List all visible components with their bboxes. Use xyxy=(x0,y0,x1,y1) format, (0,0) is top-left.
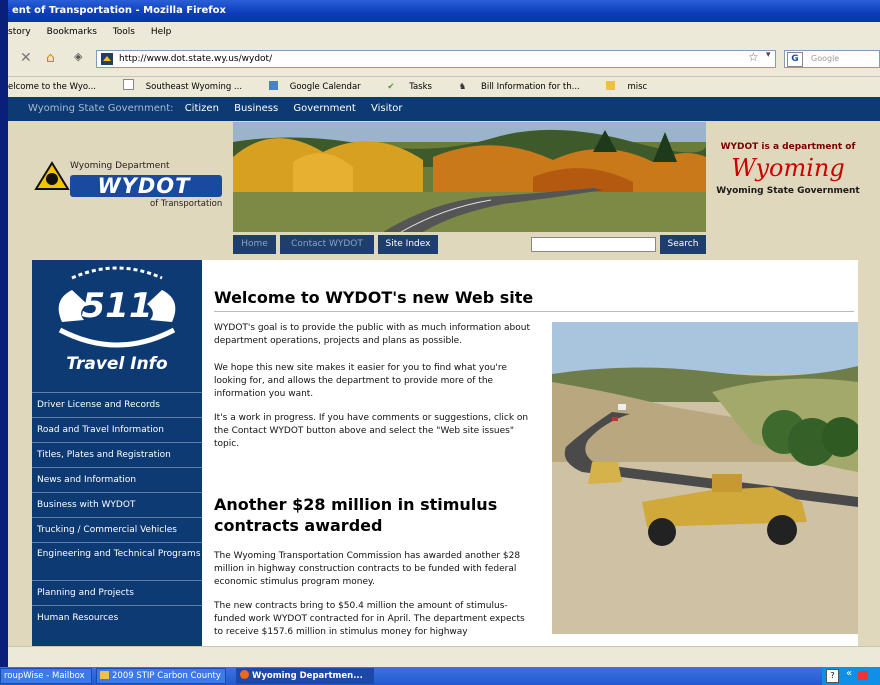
tray-expand-icon[interactable]: « xyxy=(846,668,852,679)
site-search-input[interactable] xyxy=(531,237,656,252)
page-viewport: Wyoming State Government: Citizen Busine… xyxy=(8,97,880,646)
home-icon[interactable]: ⌂ xyxy=(46,50,55,66)
intro-paragraph-1: WYDOT's goal is to provide the public wi… xyxy=(214,323,530,346)
bookmark-item[interactable]: ♞ Bill Information for th... xyxy=(459,82,592,92)
intro-paragraph-3: It's a work in progress. If you have com… xyxy=(214,413,529,449)
taskbar-item-firefox[interactable]: Wyoming Departmen... xyxy=(236,668,374,684)
wyoming-script-logo[interactable]: Wyoming xyxy=(708,154,868,182)
state-affiliation-block: WYDOT is a department of Wyoming Wyoming… xyxy=(708,142,868,196)
sidebar: 511 Travel Info Driver License and Recor… xyxy=(32,260,202,646)
site-search-button[interactable]: Search xyxy=(660,235,706,254)
travel-info-511-badge[interactable]: 511 Travel Info xyxy=(32,260,202,392)
system-tray: ? « xyxy=(822,667,880,685)
firefox-icon xyxy=(240,670,249,679)
tab-site-index[interactable]: Site Index xyxy=(378,235,438,254)
news-headline[interactable]: Another $28 million in stimulus contract… xyxy=(214,494,544,536)
gov-link-business[interactable]: Business xyxy=(234,103,278,114)
menu-bar: story Bookmarks Tools Help xyxy=(8,22,880,42)
taskbar-item-stip[interactable]: 2009 STIP Carbon County xyxy=(96,668,226,684)
person-icon: ♞ xyxy=(458,82,469,92)
intro-paragraph-2: We hope this new site makes it easier fo… xyxy=(214,363,507,399)
gov-link-visitor[interactable]: Visitor xyxy=(371,103,403,114)
sidebar-item-news[interactable]: News and Information xyxy=(32,467,202,492)
bookmark-item[interactable]: Google Calendar xyxy=(268,81,373,92)
bookmark-item[interactable]: Southeast Wyoming ... xyxy=(122,79,254,92)
chevron-down-icon[interactable]: ▾ xyxy=(766,50,771,60)
bookmark-star-icon[interactable]: ☆ xyxy=(748,50,759,64)
wydot-logo[interactable]: WYDOT Wyoming Department of Transportati… xyxy=(32,157,227,217)
network-icon xyxy=(858,671,868,680)
logo-line2: of Transportation xyxy=(150,199,223,209)
sidebar-item-human-resources[interactable]: Human Resources xyxy=(32,605,202,630)
menu-help[interactable]: Help xyxy=(151,27,172,37)
aspen-road-photo xyxy=(233,122,706,232)
stop-icon[interactable]: ✕ xyxy=(20,50,32,66)
badge-511-text: 511 xyxy=(81,286,153,326)
url-text: http://www.dot.state.wy.us/wydot/ xyxy=(119,54,273,64)
sidebar-item-engineering[interactable]: Engineering and Technical Programs xyxy=(32,542,202,580)
calendar-icon xyxy=(268,81,278,90)
folder-icon xyxy=(606,81,616,90)
help-icon[interactable]: ? xyxy=(826,669,839,683)
news-paragraph-2: The new contracts bring to $50.4 million… xyxy=(214,601,525,637)
logo-line1: Wyoming Department xyxy=(70,161,170,171)
sidebar-item-driver-license[interactable]: Driver License and Records xyxy=(32,392,202,417)
badge-caption: Travel Info xyxy=(66,354,168,374)
gov-bar-label: Wyoming State Government: xyxy=(28,103,174,114)
menu-history[interactable]: story xyxy=(8,27,31,37)
sidebar-item-titles-plates[interactable]: Titles, Plates and Registration xyxy=(32,442,202,467)
page-favicon-icon xyxy=(101,53,113,65)
window-title: ent of Transportation - Mozilla Firefox xyxy=(8,0,880,22)
windows-taskbar: roupWise - Mailbox 2009 STIP Carbon Coun… xyxy=(0,667,880,685)
title-divider xyxy=(214,311,854,312)
sidebar-item-planning[interactable]: Planning and Projects xyxy=(32,580,202,605)
sidebar-item-business[interactable]: Business with WYDOT xyxy=(32,492,202,517)
google-icon: G xyxy=(787,52,803,67)
checkmark-icon: ✔ xyxy=(387,82,398,92)
menu-bookmarks[interactable]: Bookmarks xyxy=(47,27,97,37)
sidebar-item-trucking[interactable]: Trucking / Commercial Vehicles xyxy=(32,517,202,542)
banner-photo xyxy=(233,122,706,232)
tab-home[interactable]: Home xyxy=(233,235,276,254)
gov-link-government[interactable]: Government xyxy=(293,103,355,114)
main-content: Welcome to WYDOT's new Web site WYDOT's … xyxy=(202,260,858,646)
tab-contact-wydot[interactable]: Contact WYDOT xyxy=(280,235,374,254)
folder-icon xyxy=(100,671,109,679)
site-identity-icon[interactable]: ◈ xyxy=(74,50,82,63)
bookmarks-toolbar: elcome to the Wyo... Southeast Wyoming .… xyxy=(8,77,880,97)
url-bar[interactable]: http://www.dot.state.wy.us/wydot/ xyxy=(96,50,776,68)
nav-toolbar: ✕ ⌂ ◈ http://www.dot.state.wy.us/wydot/ … xyxy=(8,42,880,77)
bookmark-folder-misc[interactable]: misc xyxy=(606,81,659,92)
state-affiliation-line1: WYDOT is a department of xyxy=(720,142,856,152)
status-bar xyxy=(8,646,880,668)
state-affiliation-line2: Wyoming State Government xyxy=(716,186,860,196)
page-icon xyxy=(122,79,134,90)
gov-link-citizen[interactable]: Citizen xyxy=(185,103,219,114)
taskbar-item-groupwise[interactable]: roupWise - Mailbox xyxy=(0,668,92,684)
sidebar-item-road-travel[interactable]: Road and Travel Information xyxy=(32,417,202,442)
page-title: Welcome to WYDOT's new Web site xyxy=(214,288,534,307)
bookmark-item[interactable]: elcome to the Wyo... xyxy=(8,82,108,92)
browser-search-input[interactable]: G Google xyxy=(784,50,880,68)
news-paragraph-1: The Wyoming Transportation Commission ha… xyxy=(214,551,521,587)
construction-scene xyxy=(552,322,858,634)
svg-text:WYDOT: WYDOT xyxy=(98,174,192,198)
gov-nav-bar: Wyoming State Government: Citizen Busine… xyxy=(8,97,880,121)
bookmark-item[interactable]: ✔ Tasks xyxy=(387,82,444,92)
highway-construction-photo xyxy=(552,322,858,634)
menu-tools[interactable]: Tools xyxy=(113,27,135,37)
browser-search-placeholder: Google xyxy=(811,54,840,63)
browser-window: ent of Transportation - Mozilla Firefox … xyxy=(8,0,880,685)
